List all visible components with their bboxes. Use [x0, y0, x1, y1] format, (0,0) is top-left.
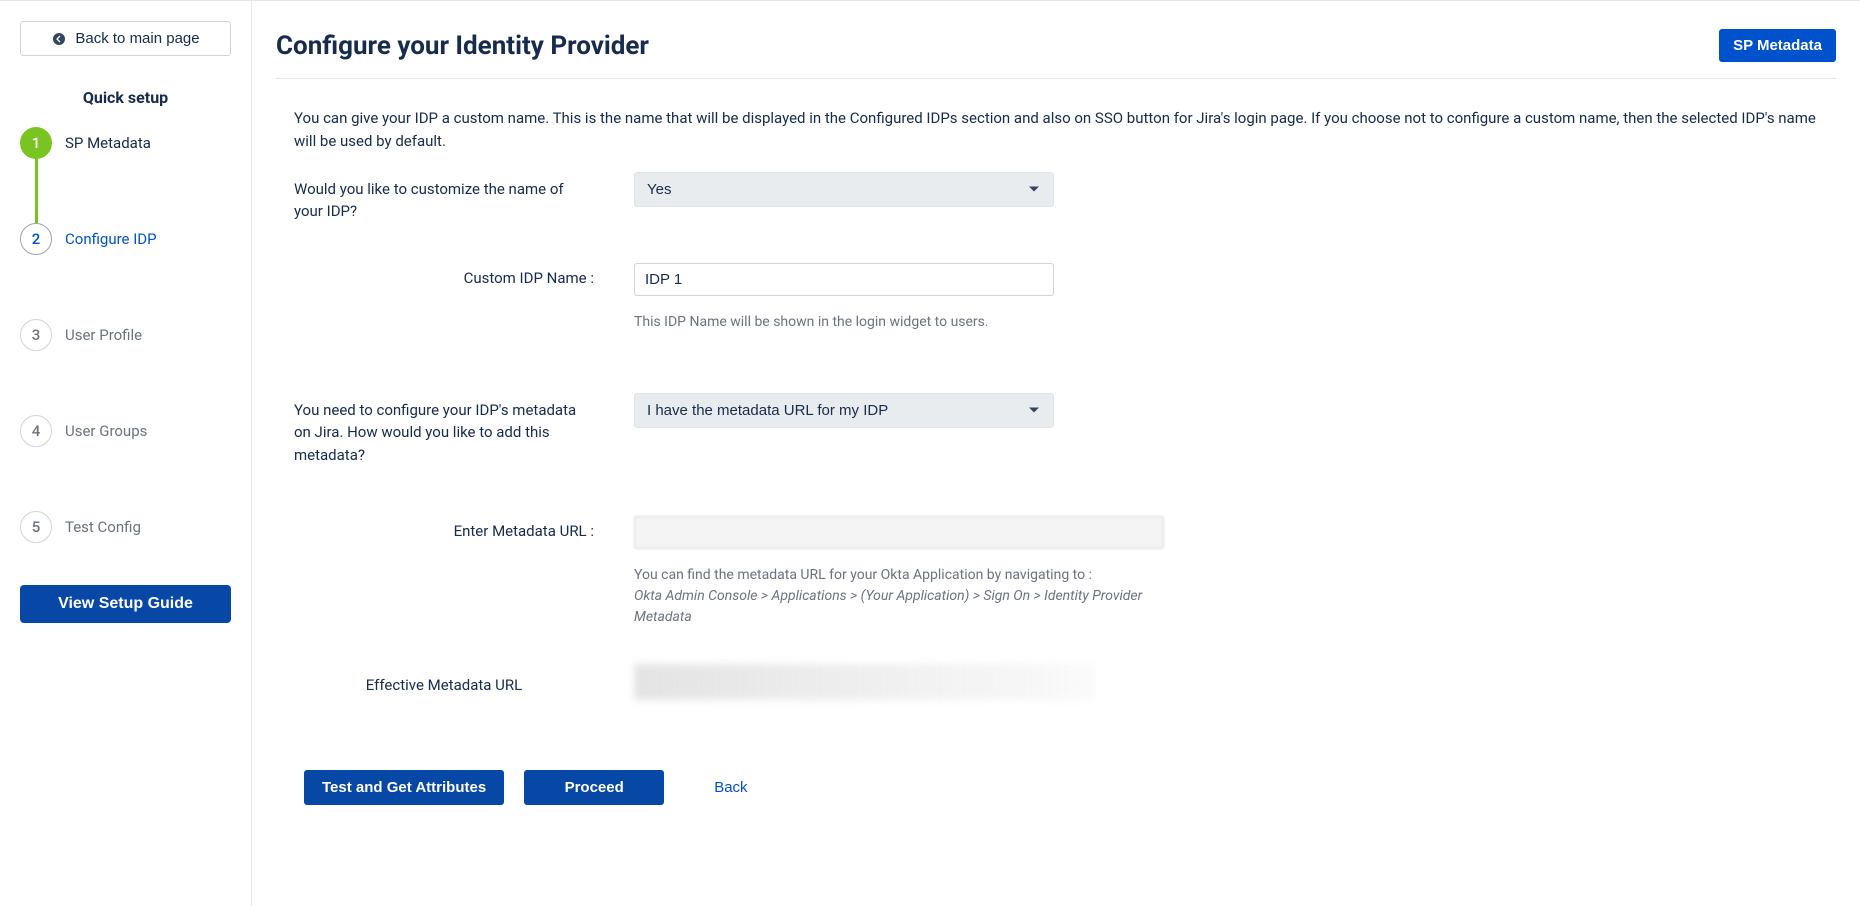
view-setup-guide-button[interactable]: View Setup Guide [20, 585, 231, 623]
metadata-url-input[interactable] [634, 516, 1164, 549]
step-label: User Groups [65, 422, 147, 440]
arrow-left-circle-icon [51, 31, 67, 47]
step-test-config[interactable]: 5 Test Config [65, 511, 231, 543]
effective-url-label: Effective Metadata URL [294, 670, 594, 694]
step-connector [35, 157, 38, 227]
back-to-main-button[interactable]: Back to main page [20, 21, 231, 56]
page-header: Configure your Identity Provider SP Meta… [276, 29, 1836, 79]
metadata-url-row: Enter Metadata URL : You can find the me… [294, 516, 1818, 628]
step-user-profile[interactable]: 3 User Profile [65, 319, 231, 351]
metadata-url-helper-path: Okta Admin Console > Applications > (You… [634, 588, 1142, 625]
customize-name-label: Would you like to customize the name of … [294, 172, 594, 223]
back-to-main-label: Back to main page [75, 30, 199, 47]
custom-idp-name-row: Custom IDP Name : This IDP Name will be … [294, 263, 1818, 333]
step-sp-metadata[interactable]: 1 SP Metadata [65, 127, 231, 159]
form-area: Would you like to customize the name of … [276, 172, 1836, 701]
main-content: Configure your Identity Provider SP Meta… [252, 0, 1860, 906]
step-label: Test Config [65, 518, 141, 536]
step-number: 1 [20, 127, 52, 159]
step-number: 2 [20, 223, 52, 255]
back-link[interactable]: Back [702, 771, 759, 804]
intro-text: You can give your IDP a custom name. Thi… [294, 107, 1818, 154]
sidebar: Back to main page Quick setup 1 SP Metad… [0, 0, 252, 906]
test-attributes-button[interactable]: Test and Get Attributes [304, 770, 504, 805]
effective-url-row: Effective Metadata URL [294, 664, 1818, 700]
step-number: 3 [20, 319, 52, 351]
effective-url-value [634, 664, 1094, 700]
action-row: Test and Get Attributes Proceed Back [276, 770, 1836, 805]
step-label: SP Metadata [65, 134, 151, 152]
setup-steps-list: 1 SP Metadata 2 Configure IDP 3 User Pro… [20, 127, 231, 543]
metadata-url-helper-intro: You can find the metadata URL for your O… [634, 567, 1092, 583]
step-configure-idp[interactable]: 2 Configure IDP [65, 223, 231, 255]
sp-metadata-button[interactable]: SP Metadata [1719, 29, 1836, 62]
step-number: 4 [20, 415, 52, 447]
custom-idp-name-input[interactable] [634, 263, 1054, 296]
step-user-groups[interactable]: 4 User Groups [65, 415, 231, 447]
metadata-method-select[interactable]: I have the metadata URL for my IDP [634, 393, 1054, 428]
metadata-method-label: You need to configure your IDP's metadat… [294, 393, 594, 467]
metadata-url-label: Enter Metadata URL : [294, 516, 594, 540]
metadata-url-helper: You can find the metadata URL for your O… [634, 565, 1164, 628]
step-number: 5 [20, 511, 52, 543]
step-label: User Profile [65, 326, 142, 344]
metadata-method-row: You need to configure your IDP's metadat… [294, 393, 1818, 467]
customize-name-row: Would you like to customize the name of … [294, 172, 1818, 223]
quick-setup-heading: Quick setup [20, 88, 231, 107]
page-title: Configure your Identity Provider [276, 31, 649, 61]
customize-name-select[interactable]: Yes [634, 172, 1054, 207]
custom-idp-helper-text: This IDP Name will be shown in the login… [634, 312, 1054, 333]
step-label: Configure IDP [65, 230, 157, 248]
custom-idp-name-label: Custom IDP Name : [294, 263, 594, 287]
proceed-button[interactable]: Proceed [524, 770, 664, 805]
